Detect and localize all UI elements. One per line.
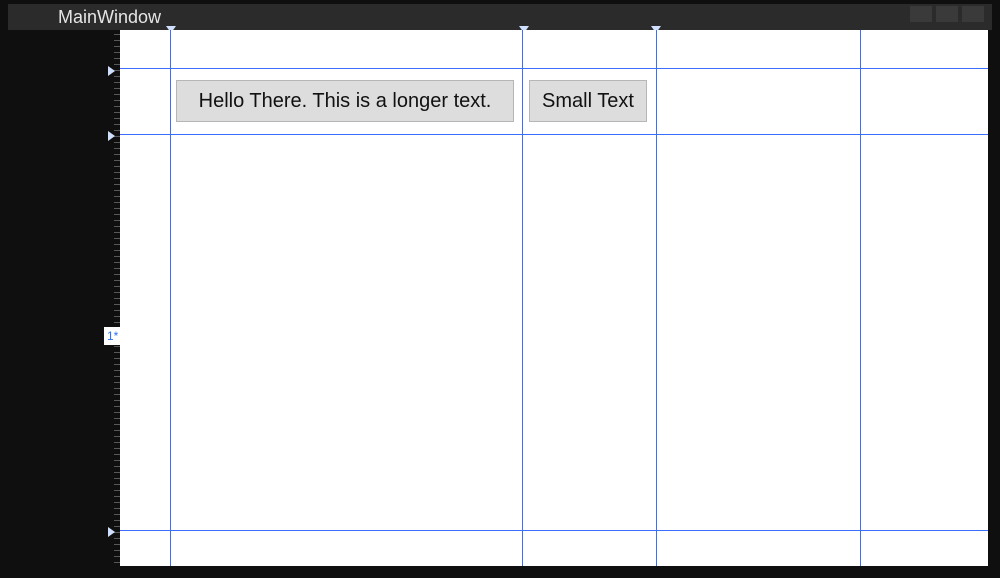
window-controls (910, 6, 984, 22)
maximize-button[interactable] (936, 6, 958, 22)
window-title: MainWindow (58, 7, 161, 28)
grid-marker-row-0t[interactable] (108, 66, 115, 76)
gridline-h-1 (120, 134, 988, 135)
wpf-grid[interactable]: Hello There. This is a longer text. Smal… (120, 30, 988, 566)
gridline-v-2 (656, 30, 657, 566)
button-small-label: Small Text (542, 90, 634, 113)
close-button[interactable] (962, 6, 984, 22)
gridline-v-0 (170, 30, 171, 566)
gridline-h-0 (120, 68, 988, 69)
gridline-h-2 (120, 530, 988, 531)
gridline-v-3 (860, 30, 861, 566)
designer-surface: (191.707) (72.883) 1* MainWindow 1* Hell… (0, 0, 1000, 578)
gridline-v-1 (522, 30, 523, 566)
button-hello[interactable]: Hello There. This is a longer text. (176, 80, 514, 122)
minimize-button[interactable] (910, 6, 932, 22)
grid-marker-row-0b[interactable] (108, 131, 115, 141)
button-hello-label: Hello There. This is a longer text. (199, 90, 492, 113)
grid-marker-row-starb[interactable] (108, 527, 115, 537)
window-titlebar[interactable]: MainWindow (8, 4, 992, 30)
button-small[interactable]: Small Text (529, 80, 647, 122)
row-height-label-star[interactable]: 1* (104, 327, 121, 345)
